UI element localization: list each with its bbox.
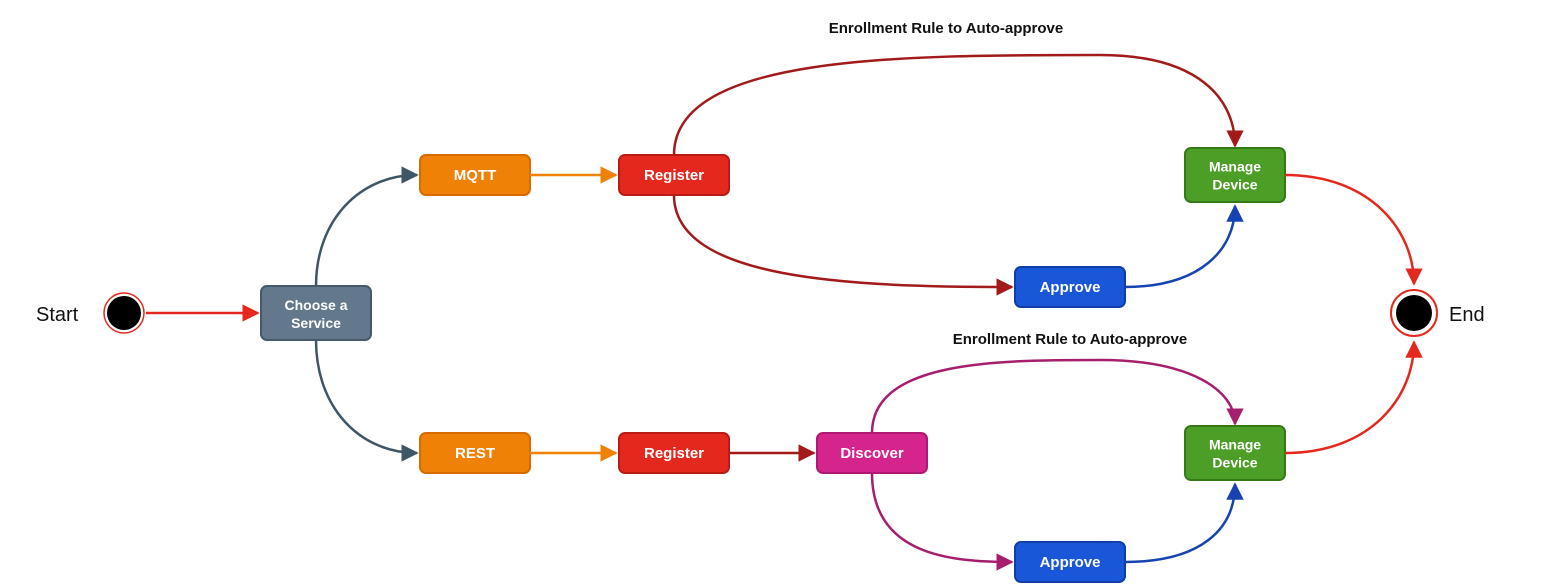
edge-discover-approve-bottom bbox=[872, 473, 1012, 562]
node-rest-text: REST bbox=[455, 445, 495, 462]
edge-label-enroll-top: Enrollment Rule to Auto-approve bbox=[829, 20, 1063, 37]
end-label: End bbox=[1449, 304, 1485, 326]
node-manage-bottom-text1: Manage bbox=[1209, 437, 1261, 453]
edge-approve-manage-top bbox=[1125, 206, 1235, 287]
node-manage-bottom bbox=[1185, 426, 1285, 480]
node-manage-bottom-text2: Device bbox=[1212, 455, 1257, 471]
edge-register-approve-top bbox=[674, 195, 1012, 287]
node-register-top-text: Register bbox=[644, 167, 704, 184]
start-label: Start bbox=[36, 304, 79, 326]
node-mqtt-text: MQTT bbox=[454, 167, 497, 184]
edge-approve-manage-bottom bbox=[1125, 484, 1235, 562]
edge-choose-mqtt bbox=[316, 175, 417, 286]
node-manage-top bbox=[1185, 148, 1285, 202]
edge-register-manage-top bbox=[674, 55, 1235, 155]
node-approve-top-text: Approve bbox=[1040, 279, 1101, 296]
node-choose bbox=[261, 286, 371, 340]
edge-label-enroll-bottom: Enrollment Rule to Auto-approve bbox=[953, 331, 1187, 348]
start-node bbox=[107, 296, 141, 330]
node-manage-top-text2: Device bbox=[1212, 177, 1257, 193]
node-register-bottom-text: Register bbox=[644, 445, 704, 462]
node-discover-text: Discover bbox=[840, 445, 904, 462]
node-approve-bottom-text: Approve bbox=[1040, 554, 1101, 571]
edge-discover-manage-bottom bbox=[872, 360, 1235, 433]
flow-diagram: Start Choose aService MQTT REST Register… bbox=[0, 0, 1561, 585]
edge-manage-bottom-end bbox=[1285, 342, 1414, 453]
end-node bbox=[1396, 295, 1432, 331]
edge-choose-rest bbox=[316, 340, 417, 453]
node-manage-top-text1: Manage bbox=[1209, 159, 1261, 175]
edge-manage-top-end bbox=[1285, 175, 1414, 284]
